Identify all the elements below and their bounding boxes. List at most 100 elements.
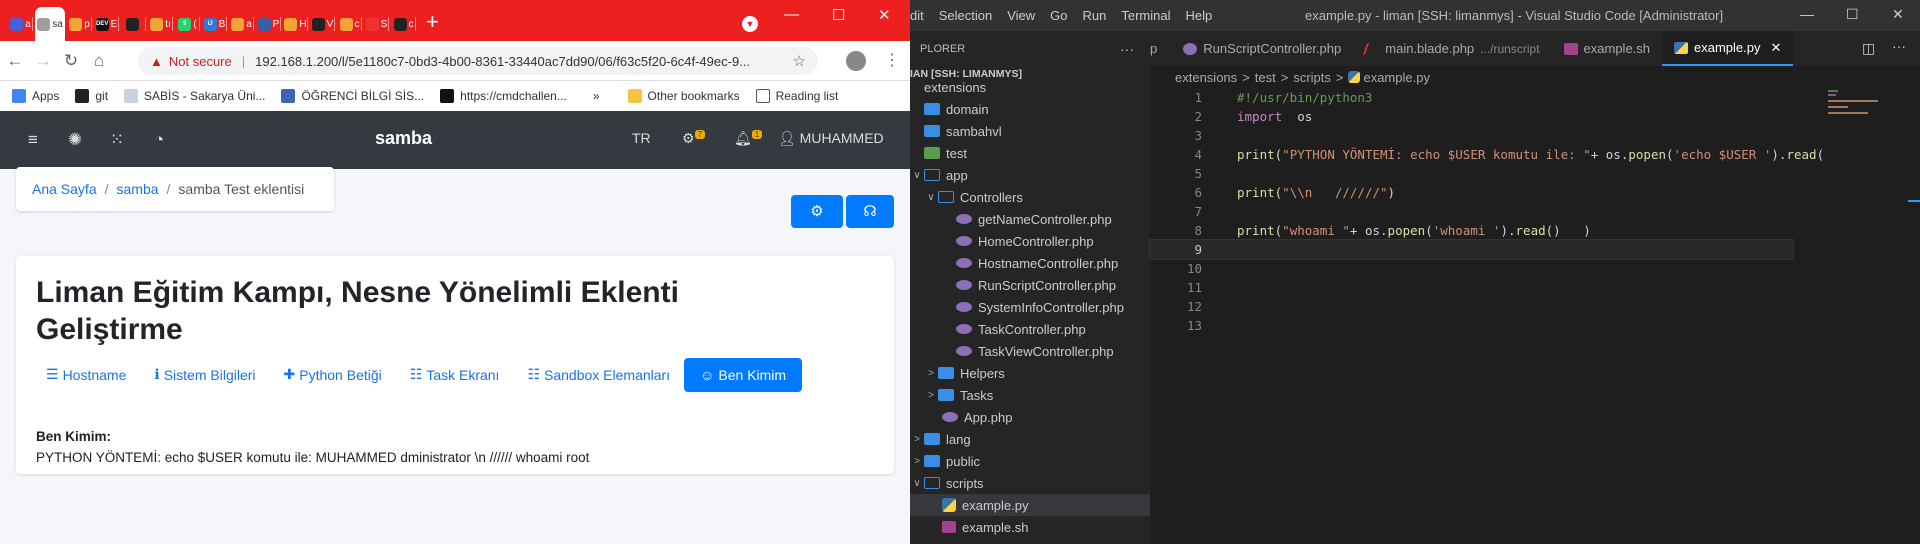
tree-item[interactable]: getNameController.php [910,208,1150,230]
code-line[interactable]: 3 [1150,126,1920,145]
tree-item[interactable]: > Tasks [910,384,1150,406]
breadcrumb-segment[interactable]: example.py [1363,70,1429,85]
minimap[interactable] [1828,88,1888,148]
code-line[interactable]: 1 #!/usr/bin/python3 [1150,88,1920,107]
tree-item[interactable]: TaskViewController.php [910,340,1150,362]
tree-item[interactable]: ∨ scripts [910,472,1150,494]
new-tab-button[interactable]: + [426,9,439,35]
code-line[interactable]: 8 print("whoami "+ os.popen('whoami ').re… [1150,221,1920,240]
menu-terminal[interactable]: Terminal [1121,8,1170,23]
tree-item[interactable]: RunScriptController.php [910,274,1150,296]
reload-icon[interactable]: ↻ [58,51,84,71]
code-line[interactable]: 11 [1150,278,1920,297]
code-line[interactable]: 10 [1150,259,1920,278]
tree-item[interactable]: TaskController.php [910,318,1150,340]
menu-selection[interactable]: Selection [939,8,992,23]
browser-tab[interactable] [121,7,146,41]
tree-item[interactable]: test [910,142,1150,164]
browser-tab[interactable]: a [229,7,254,41]
tab-python-betiği[interactable]: ✚ Python Betiği [270,357,396,392]
browser-menu-icon[interactable]: ⋮ [884,50,900,70]
tab-sistem-bilgileri[interactable]: ℹ Sistem Bilgileri [140,357,269,392]
maximize-icon[interactable]: ☐ [832,6,845,24]
menu-dit[interactable]: dit [910,8,924,23]
tab-hostname[interactable]: ☰ Hostname [32,357,140,392]
menu-icon[interactable]: ≡ [24,130,42,150]
forward-icon[interactable]: → [30,51,56,71]
apps-grid-icon[interactable]: ⁙ [108,130,126,150]
code-line[interactable]: 6 print("\\n //////") [1150,183,1920,202]
browser-tab[interactable]: iJ B [202,7,227,41]
browser-tab[interactable]: P [256,7,281,41]
tree-item[interactable]: > Helpers [910,362,1150,384]
code-line[interactable]: 2 import os [1150,107,1920,126]
code-editor[interactable]: 1 #!/usr/bin/python3 2 import os 3 4 print("PY… [1149,88,1920,544]
code-line[interactable]: 12 [1150,297,1920,316]
back-icon[interactable]: ← [2,51,28,71]
menu-go[interactable]: Go [1050,8,1067,23]
user-menu[interactable]: 👤︎ MUHAMMED [778,130,884,147]
other-bookmarks[interactable]: Other bookmarks [627,89,740,103]
browser-tab[interactable]: S [364,7,389,41]
code-line[interactable]: 9 [1149,239,1794,260]
tree-item[interactable]: sambahvl [910,120,1150,142]
editor-tab[interactable]: p [1150,31,1171,66]
tree-item[interactable]: example.sh [910,516,1150,538]
breadcrumb-segment[interactable]: extensions [1175,70,1237,85]
vs-maximize-icon[interactable]: ☐ [1846,6,1859,23]
tree-item[interactable]: SystemInfoController.php [910,296,1150,318]
code-line[interactable]: 7 [1150,202,1920,221]
bookmark-item[interactable]: SABİS - Sakarya Üni... [124,89,265,103]
bookmark-item[interactable]: Apps [12,89,59,103]
tree-item[interactable]: domain [910,98,1150,120]
tree-item[interactable]: > public [910,450,1150,472]
home-icon[interactable]: ⌂ [86,51,112,71]
bookmark-star-icon[interactable]: ☆ [793,52,806,70]
tab-sandbox-elemanları[interactable]: ☷ Sandbox Elemanları [513,357,684,392]
bookmark-item[interactable]: ÖĞRENCİ BİLGİ SİS... [281,89,424,103]
brand-title[interactable]: samba [375,128,432,149]
tree-item[interactable]: App.php [910,406,1150,428]
menu-help[interactable]: Help [1186,8,1213,23]
browser-tab[interactable]: H [283,7,308,41]
tree-item[interactable]: HomeController.php [910,230,1150,252]
pie-chart-icon[interactable]: ◔ [150,130,168,150]
breadcrumb-home[interactable]: Ana Sayfa [32,181,97,197]
profile-avatar[interactable] [846,51,866,71]
menu-run[interactable]: Run [1083,8,1107,23]
editor-more-icon[interactable]: ··· [1892,38,1906,54]
tree-item[interactable]: > lang [910,428,1150,450]
browser-tab[interactable]: tı [148,7,173,41]
vs-minimize-icon[interactable]: — [1800,6,1814,22]
code-line[interactable]: 4 print("PYTHON YÖNTEMİ: echo $USER komut… [1150,145,1920,164]
tree-item[interactable]: ∨ app [910,164,1150,186]
tree-item[interactable]: example.py [910,494,1150,516]
breadcrumb-segment[interactable]: test [1255,70,1276,85]
notifications-bell[interactable]: 🔔︎ 1 [734,130,763,147]
notifications-settings[interactable]: ⚙ 7 [682,130,706,147]
editor-tab[interactable]: main.blade.php .../runscript [1353,31,1551,66]
browser-tab[interactable]: c [337,7,362,41]
browser-tab[interactable]: c [391,7,416,41]
browser-tab[interactable]: DEV E [94,7,119,41]
close-tab-icon[interactable]: ✕ [1771,40,1782,56]
code-line[interactable]: 5 [1150,164,1920,183]
editor-tab[interactable]: RunScriptController.php [1171,31,1353,66]
tab-search-icon[interactable]: ▼ [742,16,758,32]
browser-tab[interactable]: p [67,7,92,41]
minimize-icon[interactable]: — [784,6,799,23]
browser-tab[interactable]: sa [35,7,65,41]
tab-task-ekranı[interactable]: ☷ Task Ekranı [396,357,514,392]
tree-item[interactable]: extensions [910,76,1150,98]
editor-tab[interactable]: example.py ✕ [1662,31,1794,66]
bookmark-item[interactable]: https://cmdchallen... [440,89,567,103]
menu-view[interactable]: View [1007,8,1035,23]
language-switch[interactable]: TR [632,130,651,146]
tree-item[interactable]: ∨ Controllers [910,186,1150,208]
editor-tab[interactable]: example.sh [1552,31,1662,66]
browser-tab[interactable]: 9( [175,7,200,41]
more-bookmarks-icon[interactable]: » [593,89,600,103]
vs-close-icon[interactable]: ✕ [1892,6,1904,23]
support-button[interactable]: ☊ [846,195,894,228]
code-line[interactable]: 13 [1150,316,1920,335]
